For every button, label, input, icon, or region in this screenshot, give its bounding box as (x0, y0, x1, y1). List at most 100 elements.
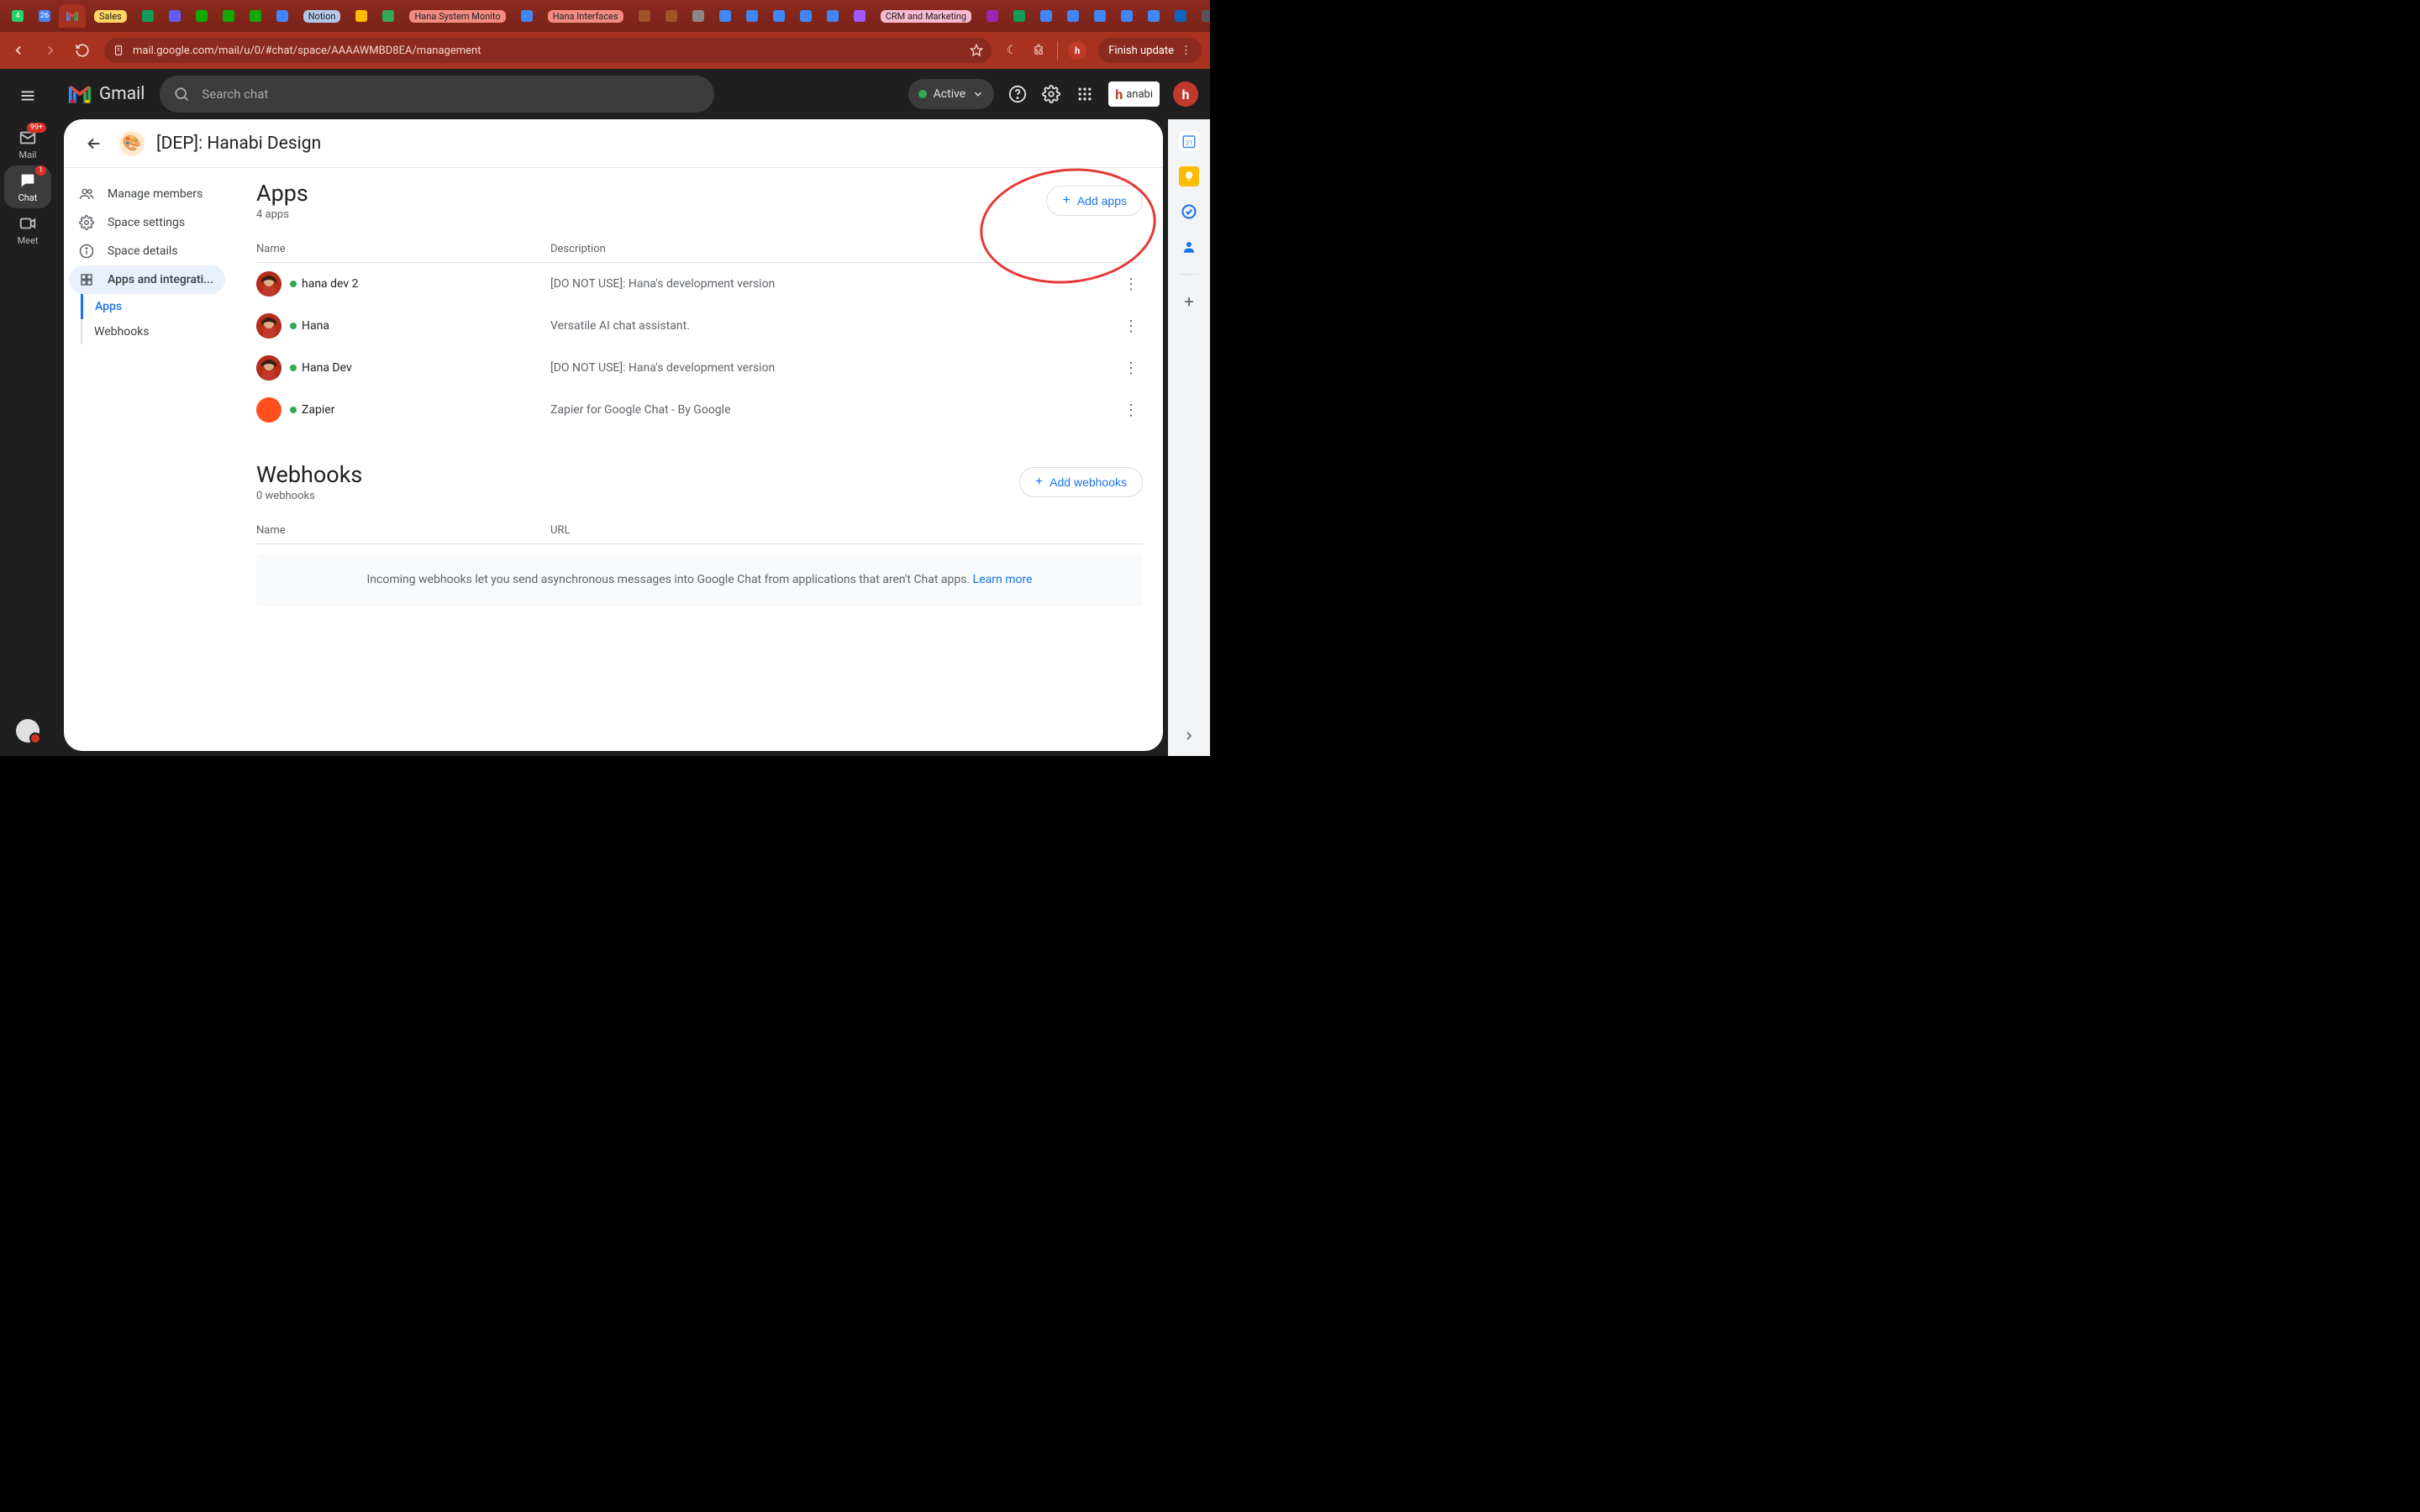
add-apps-button[interactable]: + Add apps (1046, 186, 1143, 216)
app-avatar (256, 397, 281, 423)
add-addon-button[interactable]: + (1179, 291, 1199, 312)
app-row-menu-button[interactable]: ⋮ (1119, 276, 1143, 293)
browser-tab[interactable]: Notion (297, 4, 348, 28)
kebab-icon: ⋮ (1181, 45, 1192, 57)
finish-update-button[interactable]: Finish update ⋮ (1098, 38, 1202, 63)
browser-tab[interactable]: Sales (87, 4, 134, 28)
browser-tab[interactable] (1034, 4, 1059, 28)
browser-tab[interactable]: CRM and Marketing (874, 4, 978, 28)
browser-tab-bar: 426 Sales Notion Hana System Monito Hana Int… (0, 0, 1210, 32)
app-row-menu-button[interactable]: ⋮ (1119, 360, 1143, 377)
browser-tab[interactable] (162, 4, 187, 28)
gmail-logo-icon (67, 81, 92, 107)
browser-address-bar: mail.google.com/mail/u/0/#chat/space/AAA… (0, 32, 1210, 69)
browser-tab[interactable] (349, 4, 374, 28)
status-avatar[interactable] (16, 719, 39, 743)
browser-tab[interactable] (189, 4, 214, 28)
add-webhooks-button[interactable]: + Add webhooks (1019, 467, 1143, 497)
browser-tab[interactable] (766, 4, 792, 28)
main-menu-button[interactable] (13, 81, 43, 111)
url-input[interactable]: mail.google.com/mail/u/0/#chat/space/AAA… (104, 38, 992, 63)
nav-back-button[interactable] (8, 40, 29, 60)
browser-tab[interactable] (1060, 4, 1086, 28)
col-name: Name (256, 243, 550, 255)
browser-tab[interactable] (59, 4, 86, 28)
space-title: [DEP]: Hanabi Design (156, 134, 321, 154)
search-icon (173, 86, 190, 102)
app-name: Gmail (99, 84, 145, 104)
space-header: 🎨 [DEP]: Hanabi Design (64, 119, 1163, 168)
rail-item-mail[interactable]: Mail99+ (4, 123, 51, 165)
browser-tab[interactable] (270, 4, 295, 28)
browser-tab[interactable] (793, 4, 818, 28)
browser-tab[interactable] (980, 4, 1005, 28)
browser-tab[interactable] (514, 4, 539, 28)
account-avatar[interactable]: h (1173, 81, 1198, 107)
browser-tab[interactable] (135, 4, 160, 28)
online-status-dot (290, 323, 297, 329)
settings-gear-icon[interactable] (1041, 84, 1061, 104)
app-row: hana dev 2 [DO NOT USE]: Hana's developm… (256, 263, 1143, 305)
content-card: 🎨 [DEP]: Hanabi Design Manage membersSpa… (64, 119, 1163, 751)
browser-tab[interactable]: 26 (32, 4, 57, 28)
bookmark-star-icon[interactable] (970, 44, 983, 57)
browser-tab[interactable] (1087, 4, 1113, 28)
subnav-apps[interactable]: Apps (81, 294, 231, 319)
side-nav-info[interactable]: Space details (69, 237, 225, 265)
browser-tab[interactable] (243, 4, 268, 28)
url-text: mail.google.com/mail/u/0/#chat/space/AAA… (133, 45, 481, 57)
calendar-addon-icon[interactable]: 31 (1179, 131, 1199, 151)
browser-tab[interactable] (659, 4, 684, 28)
apps-grid-icon[interactable] (1075, 84, 1095, 104)
gmail-logo[interactable]: Gmail (67, 81, 145, 107)
browser-tab[interactable] (686, 4, 711, 28)
side-nav-grid[interactable]: Apps and integrati... (69, 265, 225, 294)
learn-more-link[interactable]: Learn more (973, 573, 1033, 586)
browser-tab[interactable] (216, 4, 241, 28)
app-row-menu-button[interactable]: ⋮ (1119, 402, 1143, 419)
browser-tab[interactable] (847, 4, 872, 28)
rail-item-chat[interactable]: Chat1 (4, 165, 51, 208)
moon-icon[interactable]: ☾ (1003, 42, 1020, 59)
org-brand-chip[interactable]: hanabi (1108, 81, 1160, 107)
browser-tab[interactable] (820, 4, 845, 28)
subnav-webhooks[interactable]: Webhooks (82, 319, 231, 344)
browser-tab[interactable] (632, 4, 657, 28)
browser-tab[interactable] (739, 4, 765, 28)
browser-tab[interactable] (713, 4, 738, 28)
keep-addon-icon[interactable] (1179, 166, 1199, 186)
app-description: [DO NOT USE]: Hana's development version (550, 277, 1119, 291)
tasks-addon-icon[interactable] (1179, 202, 1199, 222)
profile-avatar-icon[interactable]: h (1068, 41, 1086, 60)
browser-tab[interactable]: 4 (5, 4, 30, 28)
browser-tab[interactable]: Hana System Monito (402, 4, 512, 28)
browser-tab[interactable] (1168, 4, 1193, 28)
app-row-menu-button[interactable]: ⋮ (1119, 318, 1143, 335)
nav-reload-button[interactable] (72, 40, 92, 60)
webhooks-table-header: Name URL (256, 516, 1143, 544)
side-nav-gear[interactable]: Space settings (69, 208, 225, 237)
gear-icon (77, 215, 96, 230)
rail-item-meet[interactable]: Meet (4, 208, 51, 251)
browser-tab[interactable] (1007, 4, 1032, 28)
side-nav-people[interactable]: Manage members (69, 180, 225, 208)
webhooks-empty-state: Incoming webhooks let you send asynchron… (256, 553, 1143, 606)
status-dropdown[interactable]: Active (908, 79, 995, 109)
browser-tab[interactable] (1114, 4, 1139, 28)
collapse-panel-button[interactable] (1179, 726, 1199, 746)
browser-tab[interactable] (1195, 4, 1210, 28)
right-side-panel: 31 + (1168, 119, 1210, 756)
contacts-addon-icon[interactable] (1179, 237, 1199, 257)
help-icon[interactable] (1007, 84, 1028, 104)
browser-tab[interactable] (376, 4, 401, 28)
search-placeholder: Search chat (202, 87, 268, 102)
nav-forward-button[interactable] (40, 40, 60, 60)
browser-tab[interactable] (1141, 4, 1166, 28)
browser-tab[interactable]: Hana Interfaces (541, 4, 630, 28)
back-button[interactable] (81, 130, 108, 157)
plus-icon: + (1062, 193, 1070, 208)
apps-count: 4 apps (256, 208, 308, 221)
app-avatar (256, 355, 281, 381)
extensions-icon[interactable] (1030, 42, 1047, 59)
search-input[interactable]: Search chat (160, 76, 714, 113)
